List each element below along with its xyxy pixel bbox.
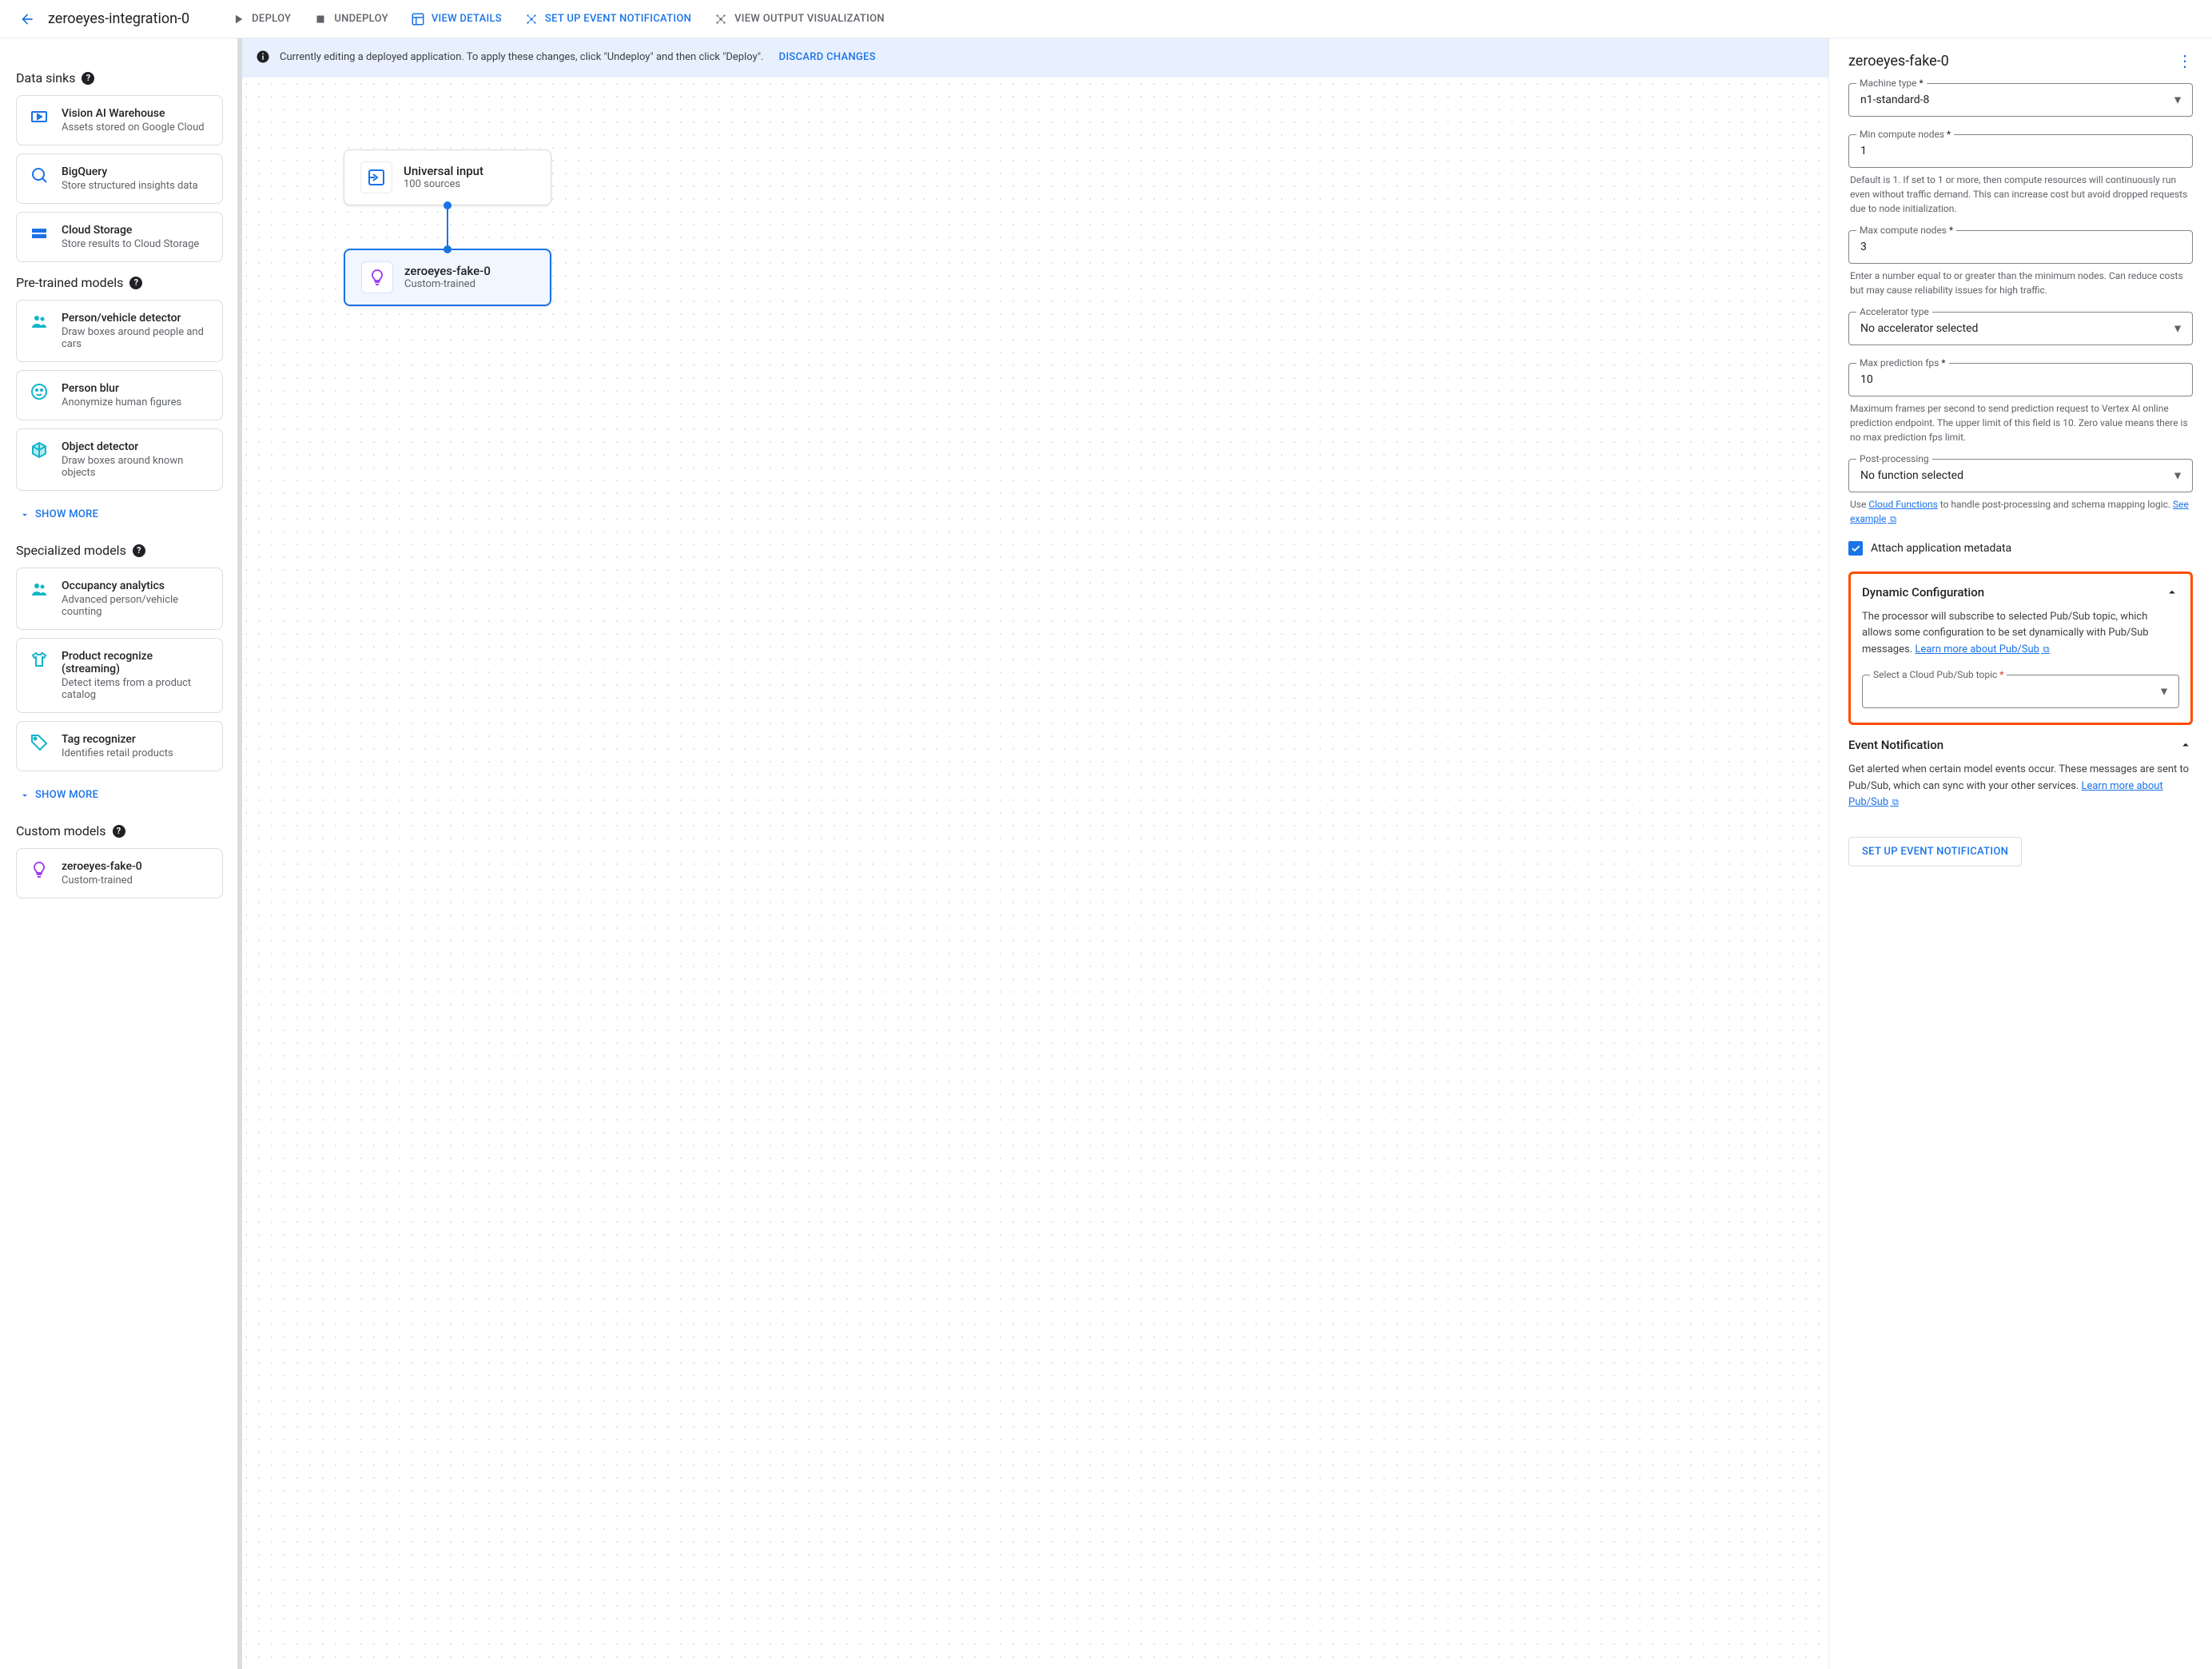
app-name: zeroeyes-integration-0 bbox=[48, 10, 189, 27]
chevron-up-icon bbox=[2178, 738, 2193, 752]
max-fps-help: Maximum frames per second to send predic… bbox=[1850, 401, 2191, 444]
lightbulb-icon bbox=[30, 860, 49, 879]
visualization-icon bbox=[714, 12, 728, 26]
sidebar-item-person-blur[interactable]: Person blurAnonymize human figures bbox=[16, 370, 223, 420]
sidebar-item-custom-model[interactable]: zeroeyes-fake-0Custom-trained bbox=[16, 848, 223, 898]
input-icon bbox=[367, 168, 386, 187]
post-processing-help: Use Cloud Functions to handle post-proce… bbox=[1850, 497, 2191, 527]
event-icon bbox=[524, 12, 539, 26]
panel-title: zeroeyes-fake-0 bbox=[1848, 53, 1949, 70]
help-icon[interactable]: ? bbox=[113, 825, 125, 838]
sidebar-item-person-vehicle[interactable]: Person/vehicle detectorDraw boxes around… bbox=[16, 300, 223, 362]
min-nodes-label: Min compute nodes * bbox=[1856, 129, 1954, 140]
lightbulb-icon bbox=[368, 268, 387, 287]
people-icon bbox=[30, 580, 49, 599]
sidebar-item-occupancy[interactable]: Occupancy analyticsAdvanced person/vehic… bbox=[16, 568, 223, 630]
sidebar-item-vision-warehouse[interactable]: Vision AI WarehouseAssets stored on Goog… bbox=[16, 95, 223, 145]
discard-changes-link[interactable]: DISCARD CHANGES bbox=[779, 51, 876, 63]
machine-type-label: Machine type * bbox=[1856, 78, 1927, 89]
post-processing-label: Post-processing bbox=[1856, 453, 1932, 464]
people-icon bbox=[30, 312, 49, 331]
graph-edge bbox=[447, 204, 448, 252]
shirt-icon bbox=[30, 650, 49, 669]
node-universal-input[interactable]: Universal input100 sources bbox=[344, 149, 551, 205]
storage-icon bbox=[30, 224, 49, 243]
pretrained-header: Pre-trained models ? bbox=[16, 275, 223, 290]
properties-panel: zeroeyes-fake-0 ⋮ Machine type * n1-stan… bbox=[1828, 38, 2212, 1669]
max-nodes-help: Enter a number equal to or greater than … bbox=[1850, 269, 2191, 297]
help-icon[interactable]: ? bbox=[129, 277, 142, 289]
sidebar-item-object-detector[interactable]: Object detectorDraw boxes around known o… bbox=[16, 428, 223, 491]
setup-event-notification-button[interactable]: SET UP EVENT NOTIFICATION bbox=[1848, 837, 2022, 866]
edit-banner: Currently editing a deployed application… bbox=[240, 38, 1828, 78]
data-sinks-header: Data sinks ? bbox=[16, 70, 223, 86]
sidebar-item-bigquery[interactable]: BigQueryStore structured insights data bbox=[16, 153, 223, 204]
event-notification-section: Event Notification Get alerted when cert… bbox=[1848, 738, 2193, 866]
back-button[interactable] bbox=[13, 5, 42, 34]
face-icon bbox=[30, 382, 49, 401]
details-icon bbox=[411, 12, 425, 26]
dynamic-config-toggle[interactable]: Dynamic Configuration bbox=[1862, 585, 2179, 599]
stop-icon bbox=[313, 12, 328, 26]
help-icon[interactable]: ? bbox=[133, 544, 145, 557]
undeploy-button[interactable]: UNDEPLOY bbox=[304, 6, 398, 33]
max-fps-label: Max prediction fps * bbox=[1856, 357, 1949, 368]
custom-header: Custom models ? bbox=[16, 823, 223, 838]
sidebar-item-cloud-storage[interactable]: Cloud StorageStore results to Cloud Stor… bbox=[16, 212, 223, 262]
top-toolbar: zeroeyes-integration-0 DEPLOY UNDEPLOY V… bbox=[0, 0, 2212, 38]
show-more-specialized[interactable]: SHOW MORE bbox=[16, 779, 223, 811]
info-icon bbox=[256, 50, 270, 64]
chevron-up-icon bbox=[2165, 585, 2179, 599]
setup-event-button[interactable]: SET UP EVENT NOTIFICATION bbox=[515, 6, 701, 33]
sidebar-item-tag-recognizer[interactable]: Tag recognizerIdentifies retail products bbox=[16, 721, 223, 771]
sidebar: Data sinks ? Vision AI WarehouseAssets s… bbox=[0, 38, 240, 1669]
chevron-down-icon bbox=[19, 509, 30, 520]
arrow-left-icon bbox=[19, 11, 35, 27]
cube-icon bbox=[30, 440, 49, 460]
node-custom-model[interactable]: zeroeyes-fake-0Custom-trained bbox=[344, 249, 551, 306]
min-nodes-help: Default is 1. If set to 1 or more, then … bbox=[1850, 173, 2191, 216]
chevron-down-icon bbox=[19, 790, 30, 801]
external-link-icon: ⧉ bbox=[1888, 514, 1896, 524]
max-nodes-label: Max compute nodes * bbox=[1856, 225, 1956, 236]
learn-pubsub-link[interactable]: Learn more about Pub/Sub ⧉ bbox=[1915, 643, 2049, 655]
specialized-header: Specialized models ? bbox=[16, 543, 223, 558]
warehouse-icon bbox=[30, 107, 49, 126]
canvas-area: Currently editing a deployed application… bbox=[240, 38, 1828, 1669]
tag-icon bbox=[30, 733, 49, 752]
more-menu-button[interactable]: ⋮ bbox=[2177, 51, 2193, 70]
graph-canvas[interactable]: Universal input100 sources zeroeyes-fake… bbox=[240, 78, 1828, 1669]
external-link-icon: ⧉ bbox=[1890, 797, 1899, 807]
dynamic-config-section: Dynamic Configuration The processor will… bbox=[1848, 572, 2193, 725]
dynamic-config-desc: The processor will subscribe to selected… bbox=[1862, 609, 2179, 659]
attach-metadata-row[interactable]: Attach application metadata bbox=[1848, 541, 2193, 556]
event-notification-toggle[interactable]: Event Notification bbox=[1848, 738, 2193, 752]
pubsub-topic-label: Select a Cloud Pub/Sub topic * bbox=[1870, 669, 2007, 680]
deploy-button[interactable]: DEPLOY bbox=[221, 6, 300, 33]
accelerator-label: Accelerator type bbox=[1856, 306, 1932, 317]
view-details-button[interactable]: VIEW DETAILS bbox=[401, 6, 511, 33]
cloud-functions-link[interactable]: Cloud Functions bbox=[1868, 499, 1937, 510]
attach-metadata-label: Attach application metadata bbox=[1871, 542, 2011, 555]
view-output-button[interactable]: VIEW OUTPUT VISUALIZATION bbox=[704, 6, 894, 33]
help-icon[interactable]: ? bbox=[82, 72, 94, 85]
external-link-icon: ⧉ bbox=[2041, 644, 2050, 655]
bigquery-icon bbox=[30, 165, 49, 185]
sidebar-item-product-recognize[interactable]: Product recognize (streaming)Detect item… bbox=[16, 638, 223, 713]
event-notification-desc: Get alerted when certain model events oc… bbox=[1848, 762, 2193, 811]
checkbox-checked-icon bbox=[1848, 541, 1863, 556]
play-icon bbox=[231, 12, 245, 26]
show-more-pretrained[interactable]: SHOW MORE bbox=[16, 499, 223, 530]
